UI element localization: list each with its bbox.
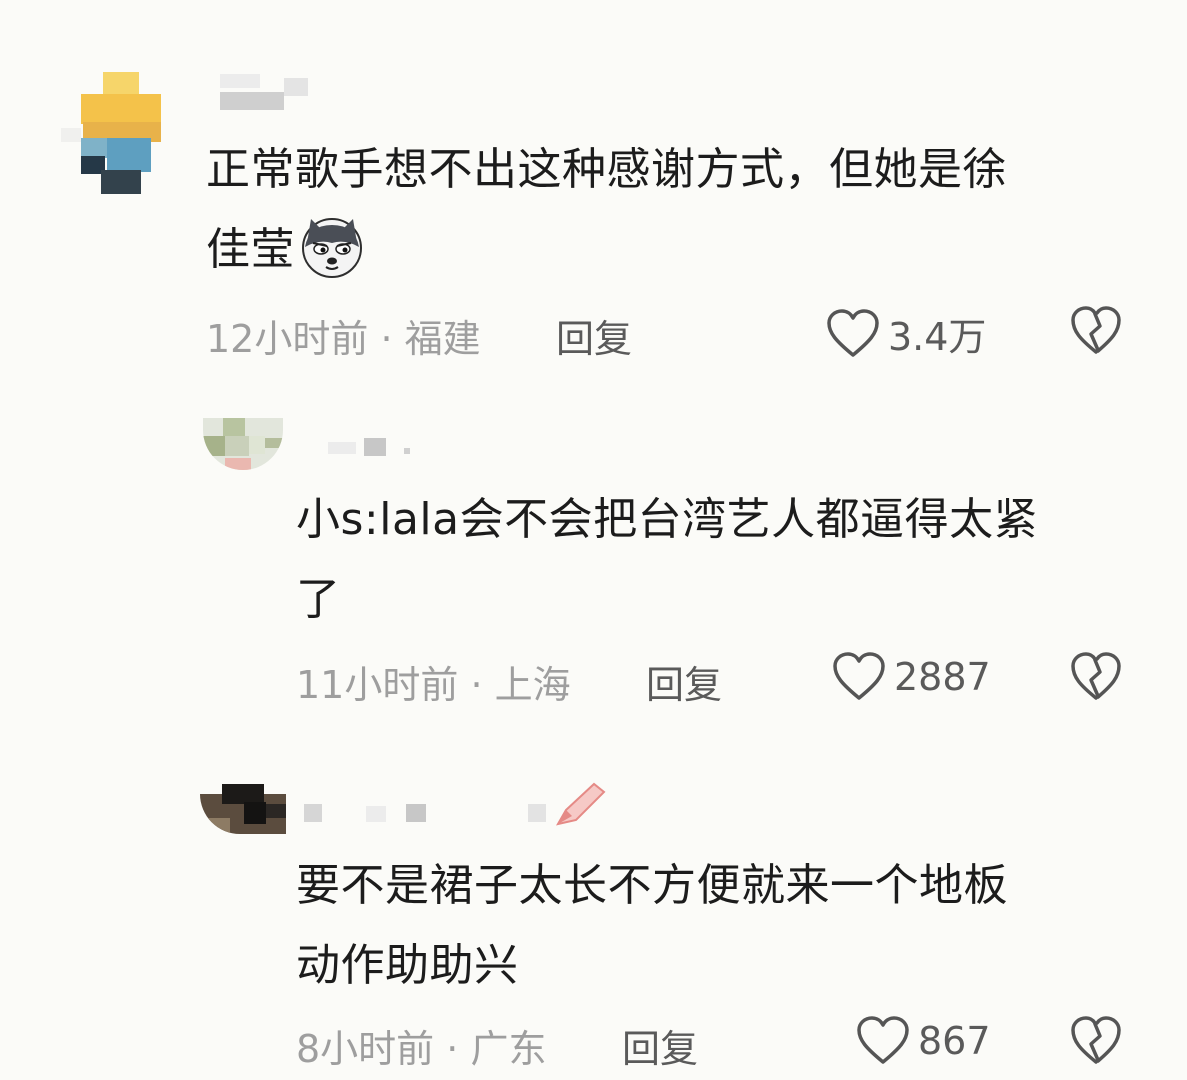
avatar[interactable]	[55, 72, 173, 194]
husky-emoji-icon	[299, 213, 365, 279]
comment-text: 要不是裙子太长不方便就来一个地板 动作助助兴	[296, 846, 1156, 1006]
avatar[interactable]	[203, 418, 283, 470]
like-count: 3.4万	[888, 315, 987, 359]
broken-heart-icon	[1071, 652, 1121, 700]
dislike-button[interactable]	[1070, 652, 1122, 706]
comment-text-line-1: 要不是裙子太长不方便就来一个地板	[296, 860, 1008, 911]
comment-text-line-2: 动作助助兴	[296, 940, 519, 991]
heart-outline-icon	[857, 1016, 909, 1064]
broken-heart-icon	[1071, 1016, 1121, 1064]
comment-text: 小s:lala会不会把台湾艺人都逼得太紧 了	[296, 480, 1156, 640]
reply-button[interactable]: 回复	[622, 1018, 698, 1073]
meta-separator: ·	[434, 1027, 471, 1071]
meta-separator: ·	[458, 663, 495, 707]
username-blurred[interactable]	[304, 780, 614, 830]
username-blurred[interactable]	[320, 438, 430, 462]
dislike-button[interactable]	[1070, 306, 1122, 360]
heart-outline-icon	[827, 308, 879, 357]
meta-separator: ·	[368, 317, 405, 361]
reply-button[interactable]: 回复	[556, 308, 632, 363]
comment-text-line-1: 小s:lala会不会把台湾艺人都逼得太紧	[296, 494, 1039, 545]
like-count: 2887	[894, 655, 991, 699]
comment-location: 广东	[470, 1027, 547, 1071]
comment-text-line-2: 了	[296, 574, 341, 625]
username-blurred[interactable]	[220, 74, 310, 110]
comment-text: 正常歌手想不出这种感谢方式，但她是徐 佳莹	[206, 130, 1126, 290]
comment-meta: 12小时前 · 福建	[206, 308, 481, 363]
comment-time: 8小时前	[296, 1027, 435, 1071]
comment-text-line-2: 佳莹	[206, 224, 295, 275]
comment-2: 小s:lala会不会把台湾艺人都逼得太紧 了 11小时前 · 上海 回复 288…	[0, 380, 1187, 740]
like-button[interactable]: 2887	[832, 652, 991, 702]
comment-location: 上海	[494, 663, 571, 707]
pencil-icon	[556, 782, 606, 826]
avatar[interactable]	[200, 784, 286, 834]
comment-location: 福建	[404, 317, 481, 361]
like-count: 867	[918, 1019, 991, 1063]
like-button[interactable]: 867	[856, 1016, 991, 1066]
dislike-button[interactable]	[1070, 1016, 1122, 1070]
reply-button[interactable]: 回复	[646, 654, 722, 709]
comment-meta: 11小时前 · 上海	[296, 654, 571, 709]
comment-meta: 8小时前 · 广东	[296, 1018, 546, 1073]
comment-time: 12小时前	[206, 317, 369, 361]
comment-text-line-1: 正常歌手想不出这种感谢方式，但她是徐	[206, 144, 1007, 195]
comment-time: 11小时前	[296, 663, 459, 707]
heart-outline-icon	[833, 652, 885, 700]
broken-heart-icon	[1071, 306, 1121, 354]
comment-1: 正常歌手想不出这种感谢方式，但她是徐 佳莹 12小时前 · 福建 回复 3.4万	[0, 0, 1187, 380]
like-button[interactable]: 3.4万	[826, 306, 986, 361]
comment-3: 要不是裙子太长不方便就来一个地板 动作助助兴 8小时前 · 广东 回复 867	[0, 740, 1187, 1080]
